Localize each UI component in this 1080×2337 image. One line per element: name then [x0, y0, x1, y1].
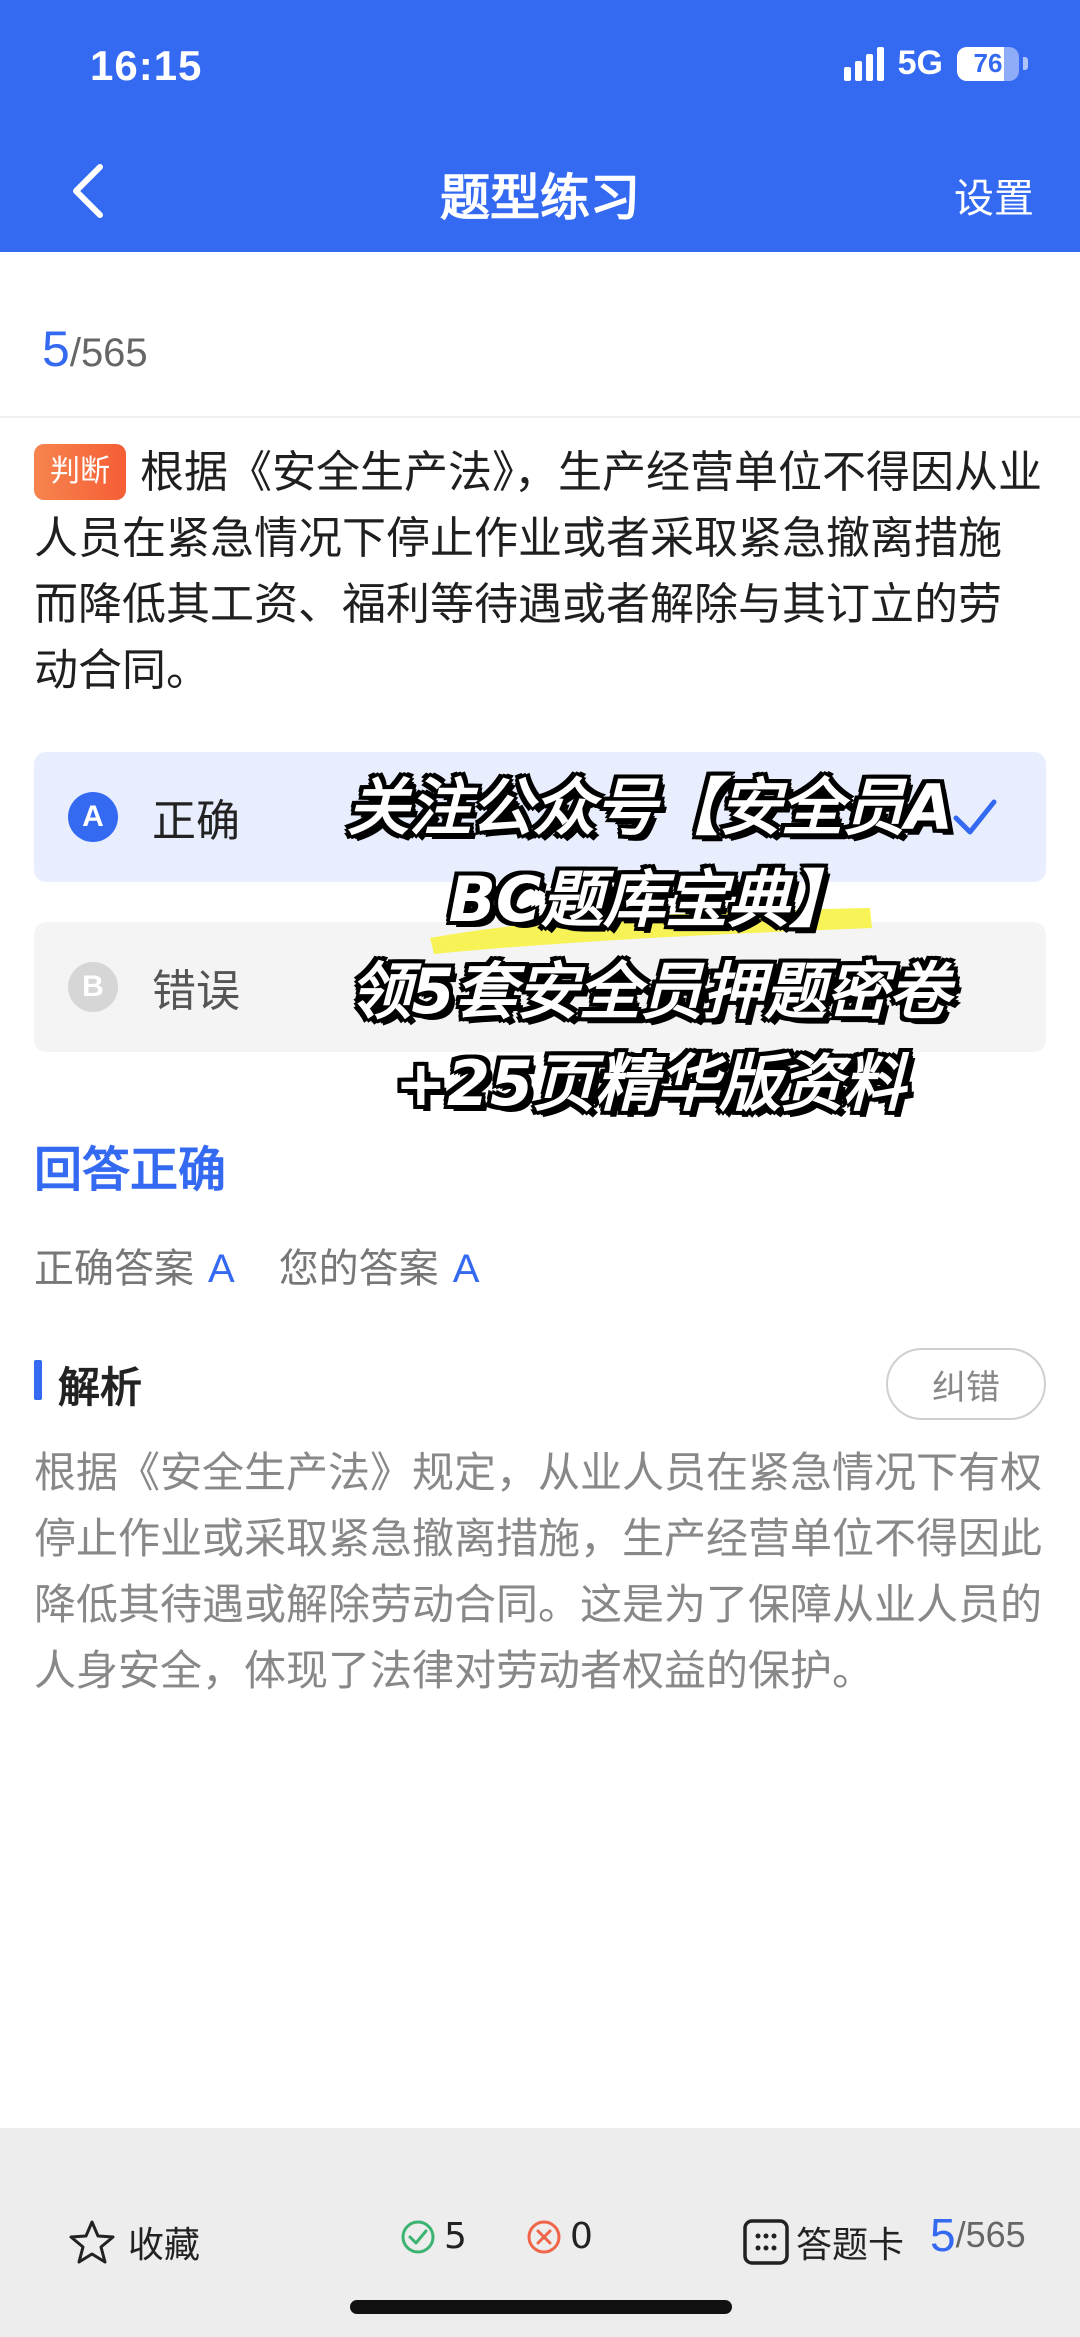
analysis-accent-bar [34, 1360, 42, 1400]
bottom-progress-current: 5 [930, 2209, 956, 2261]
settings-button[interactable]: 设置 [954, 166, 1034, 224]
question-progress: 5/565 [42, 320, 148, 378]
check-circle-icon [401, 2220, 435, 2253]
status-time: 16:15 [90, 42, 203, 89]
report-error-button[interactable]: 纠错 [886, 1348, 1046, 1420]
battery-level: 76 [973, 48, 1003, 78]
progress-total: 565 [80, 331, 148, 375]
analysis-text: 根据《安全生产法》规定，从业人员在紧急情况下有权停止作业或采取紧急撤离措施，生产… [34, 1448, 1043, 1695]
your-answer-label: 您的答案 [278, 1246, 439, 1292]
answer-card-label: 答题卡 [796, 2225, 905, 2266]
correct-count: 5 [400, 2216, 467, 2257]
question-type-badge: 判断 [34, 444, 126, 500]
option-text: 正确 [152, 796, 240, 847]
favorite-label: 收藏 [128, 2225, 201, 2266]
bottom-progress-total: 565 [965, 2214, 1026, 2255]
correct-answer-label: 正确答案 [34, 1246, 194, 1292]
divider [0, 416, 1080, 418]
progress-current: 5 [42, 321, 70, 377]
correct-answer-value: A [208, 1247, 235, 1291]
page-title: 题型练习 [440, 169, 640, 227]
promo-overlay: 关注公众号【安全员A BC题库宝典】 领5套安全员押题密卷 +25页精华版资料 [290, 762, 1010, 1130]
signal-icon [843, 46, 884, 81]
wrong-count-value: 0 [570, 2216, 593, 2257]
home-indicator [350, 2300, 732, 2314]
progress-separator: / [69, 331, 81, 375]
app-header: 16:15 5G 76 题型练习 设置 [0, 0, 1080, 252]
option-letter: A [68, 792, 118, 842]
bottom-progress: 5/565 [930, 2208, 1026, 2262]
battery-icon: 76 [957, 46, 1019, 81]
star-icon [69, 2220, 115, 2264]
analysis-title: 解析 [58, 1363, 143, 1412]
status-icons: 5G 76 [843, 44, 1028, 83]
result-title: 回答正确 [34, 1142, 227, 1198]
network-label: 5G [897, 44, 943, 82]
promo-line: 关注公众号【安全员A [347, 771, 953, 844]
option-text: 错误 [152, 966, 240, 1017]
favorite-button[interactable]: 收藏 [68, 2216, 200, 2268]
promo-line: 领5套安全员押题密卷 [349, 955, 951, 1028]
your-answer-value: A [452, 1247, 480, 1291]
question: 判断 根据《安全生产法》，生产经营单位不得因从业人员在紧急情况下停止作业或者采取紧… [34, 440, 1044, 704]
answer-card-button[interactable]: 答题卡 [742, 2216, 904, 2268]
promo-line: BC题库宝典】 [448, 863, 852, 936]
battery-tip [1023, 57, 1028, 70]
wrong-count: 0 [526, 2216, 593, 2257]
promo-line: +25页精华版资料 [394, 1047, 906, 1120]
correct-count-value: 5 [444, 2216, 467, 2257]
option-letter: B [68, 962, 118, 1012]
answer-row: 正确答案 A 您的答案 A [34, 1236, 523, 1294]
question-text: 根据《安全生产法》，生产经营单位不得因从业人员在紧急情况下停止作业或者采取紧急撤… [34, 447, 1042, 696]
grid-icon [743, 2219, 789, 2265]
x-circle-icon [527, 2220, 561, 2253]
bottom-progress-separator: / [955, 2214, 966, 2255]
